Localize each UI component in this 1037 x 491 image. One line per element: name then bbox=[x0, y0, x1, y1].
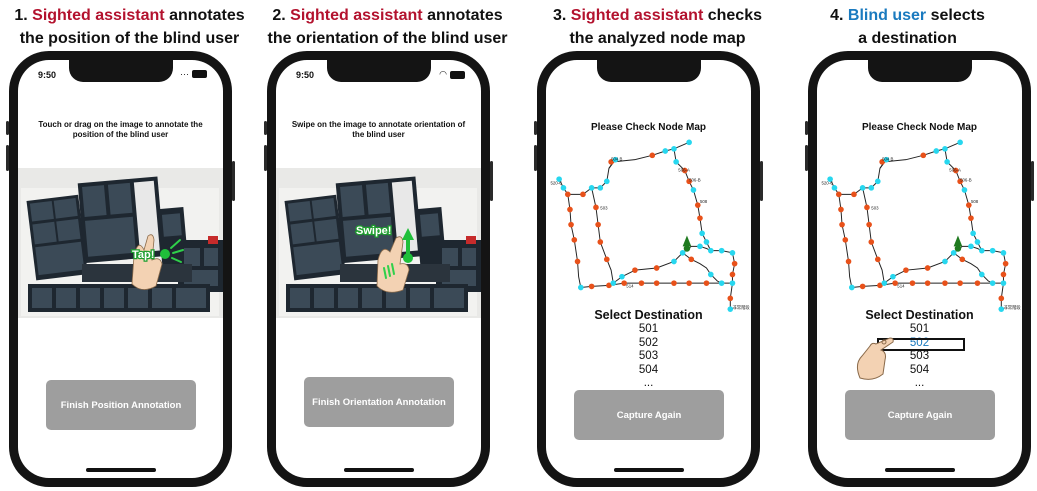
svg-text:504 B: 504 B bbox=[882, 157, 893, 162]
destination-item[interactable]: 504 bbox=[546, 364, 751, 378]
select-destination-title: Select Destination bbox=[865, 308, 974, 322]
pointing-hand-icon bbox=[856, 337, 894, 380]
svg-text:508: 508 bbox=[971, 199, 979, 204]
svg-text:Tap!: Tap! bbox=[132, 249, 154, 261]
panel-3: 3. Sighted assistant checks the analyzed… bbox=[528, 0, 787, 491]
instruction-text: Swipe on the image to annotate orientati… bbox=[291, 120, 466, 139]
caption-highlight: Blind user bbox=[847, 7, 927, 24]
svg-text:514: 514 bbox=[626, 284, 634, 289]
svg-text:514: 514 bbox=[897, 284, 905, 289]
svg-text:506-A: 506-A bbox=[949, 168, 961, 173]
destination-item[interactable]: 503 bbox=[817, 350, 1022, 364]
notch bbox=[326, 60, 431, 82]
finish-orientation-button[interactable]: Finish Orientation Annotation bbox=[304, 377, 454, 427]
floor-map-image[interactable]: Swipe! bbox=[276, 168, 481, 318]
notch bbox=[596, 60, 701, 82]
svg-text:504 B: 504 B bbox=[611, 157, 622, 162]
signal-icon: ··· bbox=[180, 69, 189, 79]
svg-text:506-B: 506-B bbox=[960, 177, 972, 182]
panel-caption: 3. Sighted assistant checks the analyzed… bbox=[553, 7, 762, 47]
phone-screen: Please Check Node Map 504 B 506-A 506-B … bbox=[817, 60, 1022, 478]
capture-again-button[interactable]: Capture Again bbox=[574, 390, 724, 440]
destination-item[interactable]: 504 bbox=[817, 364, 1022, 378]
panel-caption: 2. Sighted assistant annotates the orien… bbox=[267, 7, 508, 47]
phone-screen: 9:50 ··· Touch or drag on the image to a… bbox=[18, 60, 223, 478]
destination-item: ... bbox=[914, 377, 925, 389]
svg-text:Swipe!: Swipe! bbox=[356, 225, 391, 237]
map-title: Please Check Node Map bbox=[861, 122, 978, 133]
home-indicator bbox=[884, 468, 955, 472]
instruction-text: Touch or drag on the image to annotate t… bbox=[38, 120, 203, 139]
phone-screen: 9:50 ◠ Swipe on the image to annotate or… bbox=[276, 60, 481, 478]
capture-again-button[interactable]: Capture Again bbox=[845, 390, 995, 440]
floor-map-image[interactable]: Tap! bbox=[18, 168, 223, 318]
home-indicator bbox=[613, 468, 684, 472]
svg-text:506-B: 506-B bbox=[689, 177, 701, 182]
map-title: Please Check Node Map bbox=[590, 122, 707, 133]
panel-caption: 4. Blind user selects a destination bbox=[830, 7, 985, 47]
caption-highlight: Sighted assistant bbox=[32, 7, 165, 24]
panel-caption: 1. Sighted assistant annotates the posit… bbox=[14, 7, 245, 47]
caption-highlight: Sighted assistant bbox=[290, 7, 423, 24]
svg-text:506-A: 506-A bbox=[678, 168, 690, 173]
home-indicator bbox=[343, 468, 414, 472]
notch bbox=[68, 60, 173, 82]
notch bbox=[867, 60, 972, 82]
status-icons: ··· bbox=[180, 69, 207, 79]
wifi-icon: ◠ bbox=[439, 69, 447, 79]
panel-1: 1. Sighted assistant annotates the posit… bbox=[0, 0, 259, 491]
battery-icon bbox=[450, 70, 465, 79]
svg-text:520-C: 520-C bbox=[821, 181, 833, 186]
destination-item[interactable]: 501 bbox=[546, 323, 751, 337]
status-time: 9:50 bbox=[38, 70, 57, 80]
finish-position-button[interactable]: Finish Position Annotation bbox=[46, 380, 196, 430]
svg-text:503: 503 bbox=[600, 206, 608, 211]
phone-frame: Please Check Node Map 504 B 506-A 506-B … bbox=[534, 51, 763, 487]
phone-screen: Please Check Node Map 504 B 506-A 506-B … bbox=[546, 60, 751, 478]
destination-item[interactable]: 501 bbox=[817, 323, 1022, 337]
svg-text:503: 503 bbox=[871, 206, 879, 211]
destination-item[interactable]: 502 bbox=[546, 337, 751, 351]
battery-icon bbox=[192, 70, 207, 78]
panel-4: 4. Blind user selects a destination Plea… bbox=[778, 0, 1037, 491]
phone-frame: Please Check Node Map 504 B 506-A 506-B … bbox=[805, 51, 1034, 487]
destination-item[interactable]: 503 bbox=[546, 350, 751, 364]
destination-list[interactable]: 501 502 503 504 ... bbox=[817, 323, 1022, 391]
caption-highlight: Sighted assistant bbox=[570, 7, 704, 24]
phone-frame: 9:50 ··· Touch or drag on the image to a… bbox=[6, 51, 235, 487]
status-icons: ◠ bbox=[439, 69, 465, 80]
phone-frame: 9:50 ◠ Swipe on the image to annotate or… bbox=[264, 51, 493, 487]
status-time: 9:50 bbox=[296, 70, 315, 80]
node-map: 504 B 506-A 506-B 508 520-C 503 514 非常階段 bbox=[550, 138, 750, 313]
destination-list[interactable]: 501 502 503 504 ... bbox=[546, 323, 751, 391]
svg-text:520-C: 520-C bbox=[550, 181, 562, 186]
panel-2: 2. Sighted assistant annotates the orien… bbox=[258, 0, 517, 491]
destination-item: ... bbox=[643, 377, 654, 389]
home-indicator bbox=[85, 468, 156, 472]
node-map: 504 B 506-A 506-B 508 520-C 503 514 非常階段 bbox=[821, 138, 1021, 313]
select-destination-title: Select Destination bbox=[594, 308, 703, 322]
svg-text:508: 508 bbox=[700, 199, 708, 204]
